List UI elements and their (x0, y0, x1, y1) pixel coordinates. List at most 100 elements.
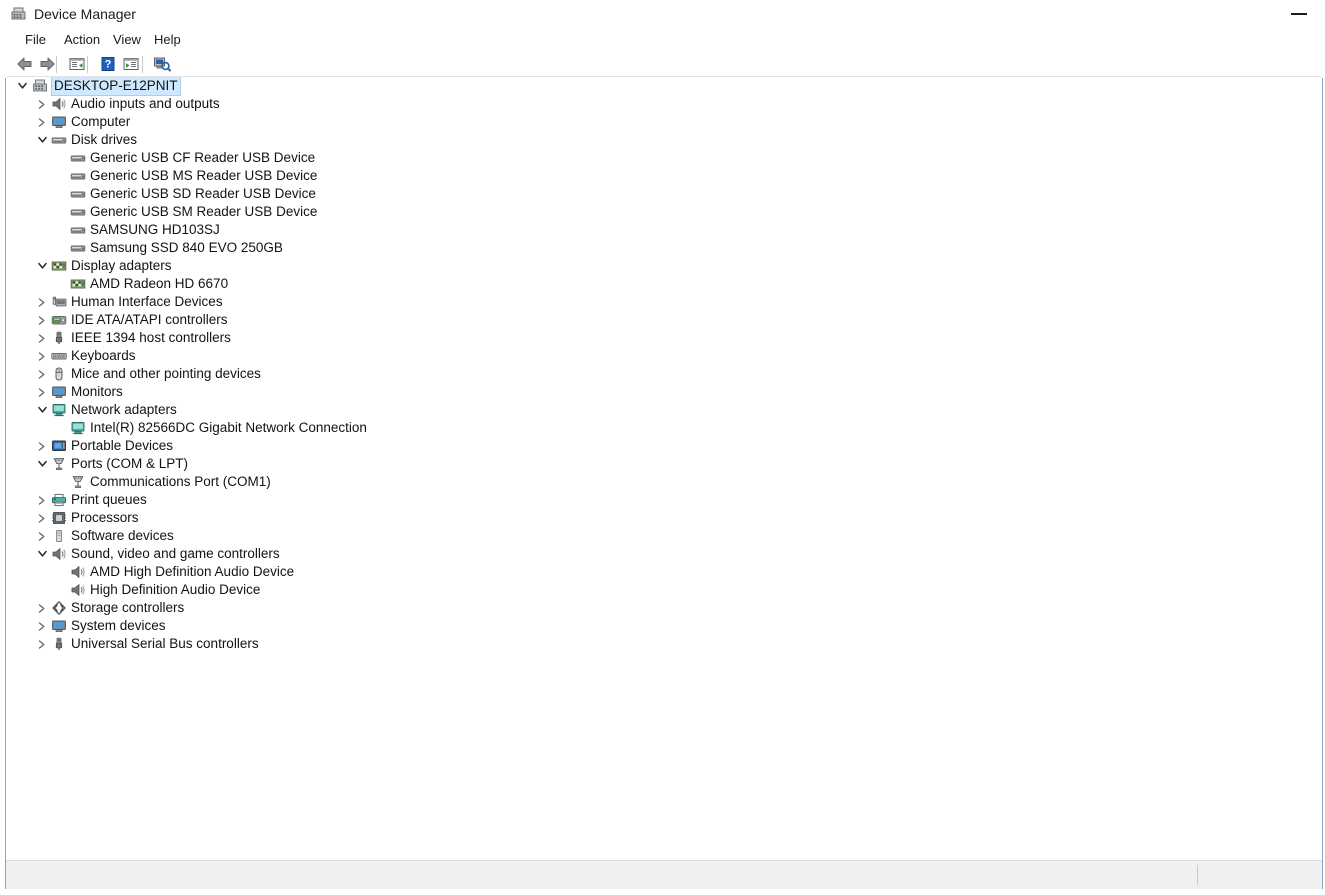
tree-node-label: Samsung SSD 840 EVO 250GB (90, 240, 283, 255)
monitor-icon (51, 384, 67, 400)
display-adapter-icon (51, 258, 67, 274)
chevron-right-icon[interactable] (34, 383, 50, 401)
chevron-right-icon[interactable] (34, 527, 50, 545)
tree-node-generic-usb-cf-reader[interactable]: Generic USB CF Reader USB Device (6, 149, 1322, 167)
chevron-right-icon[interactable] (34, 311, 50, 329)
tree-node-amd-high-definition-audio[interactable]: AMD High Definition Audio Device (6, 563, 1322, 581)
tree-node-keyboards[interactable]: Keyboards (6, 347, 1322, 365)
forward-arrow-icon (37, 55, 57, 78)
chevron-right-icon[interactable] (34, 95, 50, 113)
menu-view[interactable]: View (108, 31, 146, 49)
chevron-right-icon[interactable] (34, 509, 50, 527)
tree-node-universal-serial-bus-controllers[interactable]: Universal Serial Bus controllers (6, 635, 1322, 653)
chevron-right-icon[interactable] (34, 365, 50, 383)
forward-button[interactable] (36, 54, 58, 75)
tree-node-label: IDE ATA/ATAPI controllers (71, 312, 228, 327)
tree-node-samsung-hd103sj[interactable]: SAMSUNG HD103SJ (6, 221, 1322, 239)
speaker-icon (51, 96, 67, 112)
tree-node-label: Monitors (71, 384, 123, 399)
tree-node-display-adapters[interactable]: Display adapters (6, 257, 1322, 275)
tree-node-generic-usb-ms-reader[interactable]: Generic USB MS Reader USB Device (6, 167, 1322, 185)
menu-help[interactable]: Help (149, 31, 186, 49)
tree-node-samsung-ssd-840-evo[interactable]: Samsung SSD 840 EVO 250GB (6, 239, 1322, 257)
show-hide-console-tree-button[interactable] (66, 54, 88, 75)
port-icon (51, 456, 67, 472)
minimize-button[interactable] (1276, 0, 1322, 28)
chevron-right-icon[interactable] (34, 329, 50, 347)
tree-node-desktop-e12pnit[interactable]: DESKTOP-E12PNIT (6, 77, 1322, 96)
mouse-icon (51, 366, 67, 382)
back-arrow-icon (15, 55, 35, 78)
tree-node-sound-video-game-controllers[interactable]: Sound, video and game controllers (6, 545, 1322, 563)
scan-hardware-changes-button[interactable] (151, 54, 173, 75)
usb-plug-icon (51, 330, 67, 346)
scan-hardware-icon (152, 55, 172, 78)
status-bar-divider (1197, 865, 1198, 885)
tree-node-label: IEEE 1394 host controllers (71, 330, 231, 345)
speaker-icon (70, 582, 86, 598)
tree-node-label: Sound, video and game controllers (71, 546, 280, 561)
disk-drive-icon (70, 240, 86, 256)
chevron-right-icon[interactable] (34, 617, 50, 635)
tree-node-generic-usb-sm-reader[interactable]: Generic USB SM Reader USB Device (6, 203, 1322, 221)
status-bar (6, 860, 1322, 889)
back-button[interactable] (14, 54, 36, 75)
tree-node-high-definition-audio[interactable]: High Definition Audio Device (6, 581, 1322, 599)
chevron-down-icon[interactable] (14, 77, 30, 95)
software-device-icon (51, 528, 67, 544)
tree-node-label: Generic USB SM Reader USB Device (90, 204, 318, 219)
tree-node-communications-port-com1[interactable]: Communications Port (COM1) (6, 473, 1322, 491)
monitor-icon (51, 114, 67, 130)
hid-icon (51, 294, 67, 310)
chevron-down-icon[interactable] (34, 545, 50, 563)
tree-node-label: System devices (71, 618, 166, 633)
tree-node-mice-and-other-pointing-devices[interactable]: Mice and other pointing devices (6, 365, 1322, 383)
tree-node-storage-controllers[interactable]: Storage controllers (6, 599, 1322, 617)
network-adapter-icon (51, 402, 67, 418)
menu-action[interactable]: Action (59, 31, 105, 49)
tree-node-amd-radeon-hd-6670[interactable]: AMD Radeon HD 6670 (6, 275, 1322, 293)
tree-node-ide-ata-atapi-controllers[interactable]: IDE ATA/ATAPI controllers (6, 311, 1322, 329)
tree-node-system-devices[interactable]: System devices (6, 617, 1322, 635)
tree-node-portable-devices[interactable]: Portable Devices (6, 437, 1322, 455)
disk-drive-icon (70, 222, 86, 238)
chevron-right-icon[interactable] (34, 293, 50, 311)
tree-node-computer[interactable]: Computer (6, 113, 1322, 131)
properties-button[interactable] (120, 54, 142, 75)
tree-node-label: Storage controllers (71, 600, 185, 615)
tree-node-processors[interactable]: Processors (6, 509, 1322, 527)
chevron-down-icon[interactable] (34, 401, 50, 419)
chevron-right-icon[interactable] (34, 113, 50, 131)
chevron-right-icon[interactable] (34, 491, 50, 509)
tree-node-print-queues[interactable]: Print queues (6, 491, 1322, 509)
tree-node-network-adapters[interactable]: Network adapters (6, 401, 1322, 419)
tree-node-generic-usb-sd-reader[interactable]: Generic USB SD Reader USB Device (6, 185, 1322, 203)
chevron-down-icon[interactable] (34, 131, 50, 149)
tree-node-monitors[interactable]: Monitors (6, 383, 1322, 401)
tree-node-ieee-1394-host-controllers[interactable]: IEEE 1394 host controllers (6, 329, 1322, 347)
tree-node-audio-inputs-and-outputs[interactable]: Audio inputs and outputs (6, 95, 1322, 113)
tree-node-human-interface-devices[interactable]: Human Interface Devices (6, 293, 1322, 311)
help-button[interactable]: ? (97, 54, 119, 75)
tree-node-label: Disk drives (71, 132, 138, 147)
tree-node-intel-82566dc[interactable]: Intel(R) 82566DC Gigabit Network Connect… (6, 419, 1322, 437)
tree-node-software-devices[interactable]: Software devices (6, 527, 1322, 545)
chevron-right-icon[interactable] (34, 347, 50, 365)
tree-node-disk-drives[interactable]: Disk drives (6, 131, 1322, 149)
chevron-right-icon[interactable] (34, 635, 50, 653)
tree-node-label: High Definition Audio Device (90, 582, 261, 597)
device-tree[interactable]: DESKTOP-E12PNIT Audio inputs and outputs… (6, 77, 1322, 859)
menu-file[interactable]: File (20, 31, 51, 49)
tree-node-label: Human Interface Devices (71, 294, 223, 309)
console-tree-icon (67, 55, 87, 78)
toolbar-separator-3 (142, 56, 143, 73)
processor-icon (51, 510, 67, 526)
tree-node-label: Generic USB MS Reader USB Device (90, 168, 318, 183)
chevron-right-icon[interactable] (34, 437, 50, 455)
keyboard-icon (51, 348, 67, 364)
chevron-down-icon[interactable] (34, 455, 50, 473)
chevron-right-icon[interactable] (34, 599, 50, 617)
speaker-icon (70, 564, 86, 580)
chevron-down-icon[interactable] (34, 257, 50, 275)
tree-node-ports-com-lpt[interactable]: Ports (COM & LPT) (6, 455, 1322, 473)
